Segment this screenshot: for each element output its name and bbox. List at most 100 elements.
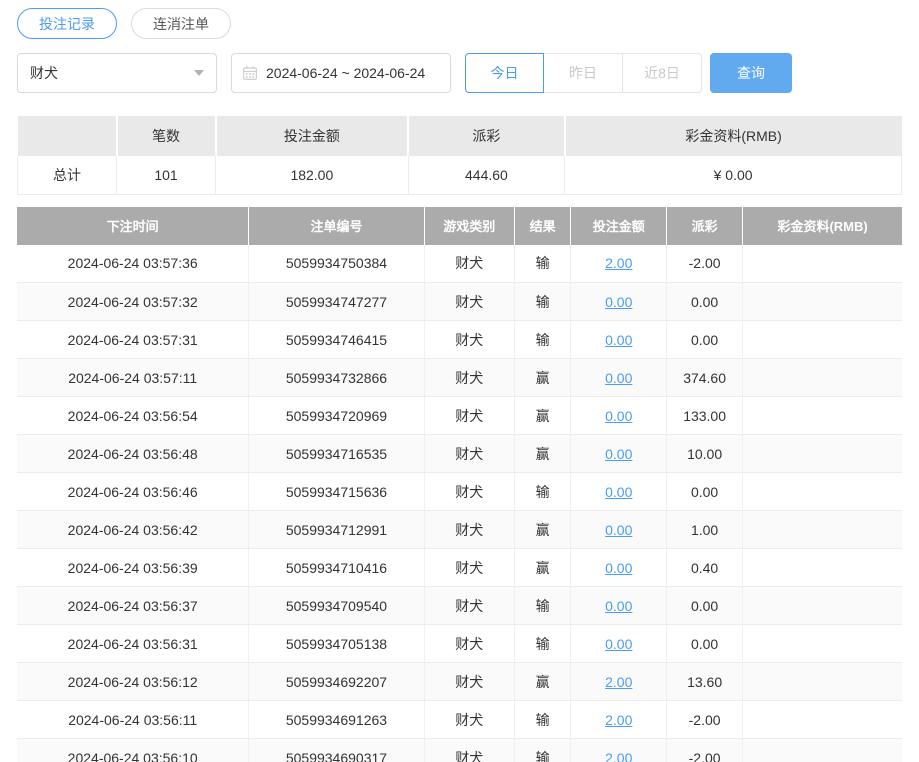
bet-result: 赢 <box>514 397 571 435</box>
game-select[interactable]: 财犬 <box>17 53 217 93</box>
summary-total-count: 101 <box>117 156 216 194</box>
order-id: 5059934709540 <box>249 587 424 625</box>
quick-range-group: 今日 昨日 近8日 <box>465 53 702 93</box>
bet-result: 输 <box>514 587 571 625</box>
order-id: 5059934732866 <box>249 359 424 397</box>
bet-amount-cell: 2.00 <box>571 245 667 283</box>
bet-time: 2024-06-24 03:56:54 <box>17 397 249 435</box>
table-row: 2024-06-24 03:56:11 5059934691263 财犬 输 2… <box>17 701 902 739</box>
bet-result: 输 <box>514 245 571 283</box>
bet-result: 赢 <box>514 511 571 549</box>
table-row: 2024-06-24 03:56:39 5059934710416 财犬 赢 0… <box>17 549 902 587</box>
order-id: 5059934716535 <box>249 435 424 473</box>
payout-value: 0.00 <box>667 625 743 663</box>
tabs: 投注记录 连消注单 <box>17 8 902 39</box>
bet-amount-link[interactable]: 0.00 <box>605 636 632 652</box>
order-id: 5059934712991 <box>249 511 424 549</box>
bet-amount-link[interactable]: 2.00 <box>605 750 632 762</box>
search-button[interactable]: 查询 <box>710 53 792 93</box>
payout-value: 0.00 <box>667 321 743 359</box>
bet-amount-cell: 0.00 <box>571 549 667 587</box>
bet-amount-link[interactable]: 0.00 <box>605 484 632 500</box>
game-type: 财犬 <box>424 587 514 625</box>
game-type: 财犬 <box>424 283 514 321</box>
bet-table-header-row: 下注时间 注单编号 游戏类别 结果 投注金额 派彩 彩金资料(RMB) <box>17 207 902 245</box>
bet-result: 输 <box>514 321 571 359</box>
tab-betting-records[interactable]: 投注记录 <box>17 8 117 39</box>
bet-result: 赢 <box>514 435 571 473</box>
bet-amount-link[interactable]: 2.00 <box>605 712 632 728</box>
betting-records-page: 投注记录 连消注单 财犬 <box>0 0 919 762</box>
bet-amount-cell: 2.00 <box>571 739 667 762</box>
bet-table: 下注时间 注单编号 游戏类别 结果 投注金额 派彩 彩金资料(RMB) 2024… <box>17 207 902 762</box>
bet-result: 输 <box>514 701 571 739</box>
order-id: 5059934715636 <box>249 473 424 511</box>
bet-amount-link[interactable]: 0.00 <box>605 294 632 310</box>
yesterday-button[interactable]: 昨日 <box>544 53 623 93</box>
table-row: 2024-06-24 03:57:36 5059934750384 财犬 输 2… <box>17 245 902 283</box>
summary-header-count: 笔数 <box>117 116 216 156</box>
table-row: 2024-06-24 03:57:31 5059934746415 财犬 输 0… <box>17 321 902 359</box>
table-row: 2024-06-24 03:56:46 5059934715636 财犬 输 0… <box>17 473 902 511</box>
table-row: 2024-06-24 03:57:11 5059934732866 财犬 赢 0… <box>17 359 902 397</box>
summary-header-bonus: 彩金资料(RMB) <box>565 116 902 156</box>
bet-amount-cell: 2.00 <box>571 701 667 739</box>
date-range-picker[interactable]: 2024-06-24 ~ 2024-06-24 <box>231 53 451 93</box>
payout-value: 0.40 <box>667 549 743 587</box>
bet-amount-link[interactable]: 0.00 <box>605 408 632 424</box>
bet-time: 2024-06-24 03:57:11 <box>17 359 249 397</box>
summary-table: 笔数 投注金额 派彩 彩金资料(RMB) 总计 101 182.00 444.6… <box>17 116 902 195</box>
today-button[interactable]: 今日 <box>465 53 544 93</box>
bet-result: 输 <box>514 283 571 321</box>
bet-time: 2024-06-24 03:56:37 <box>17 587 249 625</box>
table-row: 2024-06-24 03:56:10 5059934690317 财犬 输 2… <box>17 739 902 762</box>
game-type: 财犬 <box>424 397 514 435</box>
payout-value: 0.00 <box>667 587 743 625</box>
bet-amount-link[interactable]: 0.00 <box>605 332 632 348</box>
game-select-value: 财犬 <box>30 63 58 83</box>
bet-amount-link[interactable]: 0.00 <box>605 522 632 538</box>
order-id: 5059934750384 <box>249 245 424 283</box>
game-type: 财犬 <box>424 321 514 359</box>
bet-amount-link[interactable]: 2.00 <box>605 674 632 690</box>
bet-amount-link[interactable]: 0.00 <box>605 446 632 462</box>
bet-amount-cell: 0.00 <box>571 511 667 549</box>
bet-time: 2024-06-24 03:57:31 <box>17 321 249 359</box>
header-bonus: 彩金资料(RMB) <box>743 207 902 245</box>
bet-amount-cell: 0.00 <box>571 435 667 473</box>
payout-value: -2.00 <box>667 245 743 283</box>
bet-time: 2024-06-24 03:56:12 <box>17 663 249 701</box>
order-id: 5059934692207 <box>249 663 424 701</box>
bonus-value <box>743 663 902 701</box>
bet-amount-cell: 0.00 <box>571 587 667 625</box>
header-result: 结果 <box>514 207 571 245</box>
order-id: 5059934720969 <box>249 397 424 435</box>
date-range-value: 2024-06-24 ~ 2024-06-24 <box>266 65 425 81</box>
chevron-down-icon <box>194 70 204 76</box>
bonus-value <box>743 739 902 762</box>
bonus-value <box>743 283 902 321</box>
bonus-value <box>743 473 902 511</box>
bet-amount-link[interactable]: 0.00 <box>605 560 632 576</box>
bet-time: 2024-06-24 03:56:48 <box>17 435 249 473</box>
order-id: 5059934691263 <box>249 701 424 739</box>
summary-header-empty <box>18 116 117 156</box>
bet-amount-link[interactable]: 2.00 <box>605 255 632 271</box>
bet-amount-cell: 2.00 <box>571 663 667 701</box>
bonus-value <box>743 549 902 587</box>
summary-total-payout: 444.60 <box>408 156 564 194</box>
bet-amount-cell: 0.00 <box>571 625 667 663</box>
bet-amount-link[interactable]: 0.00 <box>605 598 632 614</box>
bet-amount-link[interactable]: 0.00 <box>605 370 632 386</box>
tab-canceled-orders[interactable]: 连消注单 <box>131 8 231 39</box>
bonus-value <box>743 435 902 473</box>
last-8-days-button[interactable]: 近8日 <box>623 53 702 93</box>
order-id: 5059934690317 <box>249 739 424 762</box>
bet-result: 赢 <box>514 663 571 701</box>
game-type: 财犬 <box>424 435 514 473</box>
payout-value: 10.00 <box>667 435 743 473</box>
bet-amount-cell: 0.00 <box>571 283 667 321</box>
bonus-value <box>743 625 902 663</box>
bonus-value <box>743 397 902 435</box>
bet-amount-cell: 0.00 <box>571 397 667 435</box>
